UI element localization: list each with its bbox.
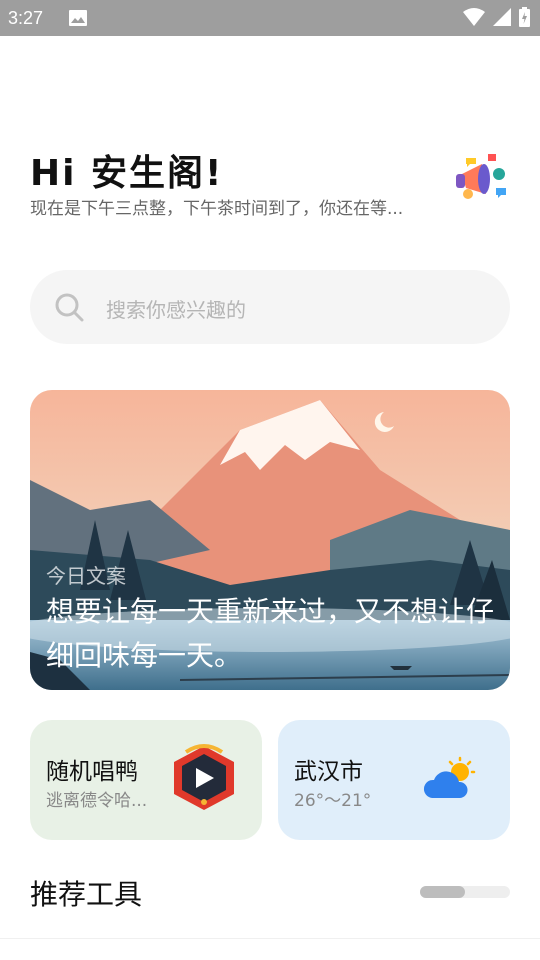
banner-quote: 想要让每一天重新来过，又不想让仔细回味每一天。 (46, 595, 495, 672)
music-card[interactable]: 随机唱鸭 逃离德令哈... (30, 720, 262, 840)
search-icon (54, 292, 84, 326)
divider (0, 938, 540, 939)
tools-scroll-indicator (420, 886, 510, 898)
greeting-subtitle: 现在是下午三点整，下午茶时间到了，你还在等... (30, 199, 404, 219)
music-card-subtitle: 逃离德令哈... (46, 791, 148, 811)
music-card-title: 随机唱鸭 (46, 759, 138, 785)
greeting-title: Hi 安生阁! (30, 153, 224, 194)
tools-scroll-thumb (420, 886, 465, 898)
wifi-icon (463, 8, 485, 30)
weather-card[interactable]: 武汉市 26°～21° (278, 720, 510, 840)
weather-temperature: 26°～21° (294, 791, 372, 811)
status-time: 3:27 (8, 8, 44, 28)
banner-caption: 今日文案 (46, 564, 126, 588)
search-bar[interactable]: 搜索你感兴趣的 (30, 270, 510, 344)
weather-city: 武汉市 (294, 759, 363, 785)
signal-icon (493, 8, 511, 30)
cloud-sun-icon (420, 756, 480, 808)
section-title-tools: 推荐工具 (30, 878, 143, 911)
image-icon (69, 10, 87, 30)
search-placeholder: 搜索你感兴趣的 (106, 298, 246, 322)
battery-icon (519, 7, 530, 31)
megaphone-icon[interactable] (452, 150, 516, 214)
play-icon[interactable] (166, 742, 242, 818)
status-bar: 3:27 (0, 0, 540, 36)
daily-quote-banner[interactable]: 今日文案 想要让每一天重新来过，又不想让仔细回味每一天。 (30, 390, 510, 690)
